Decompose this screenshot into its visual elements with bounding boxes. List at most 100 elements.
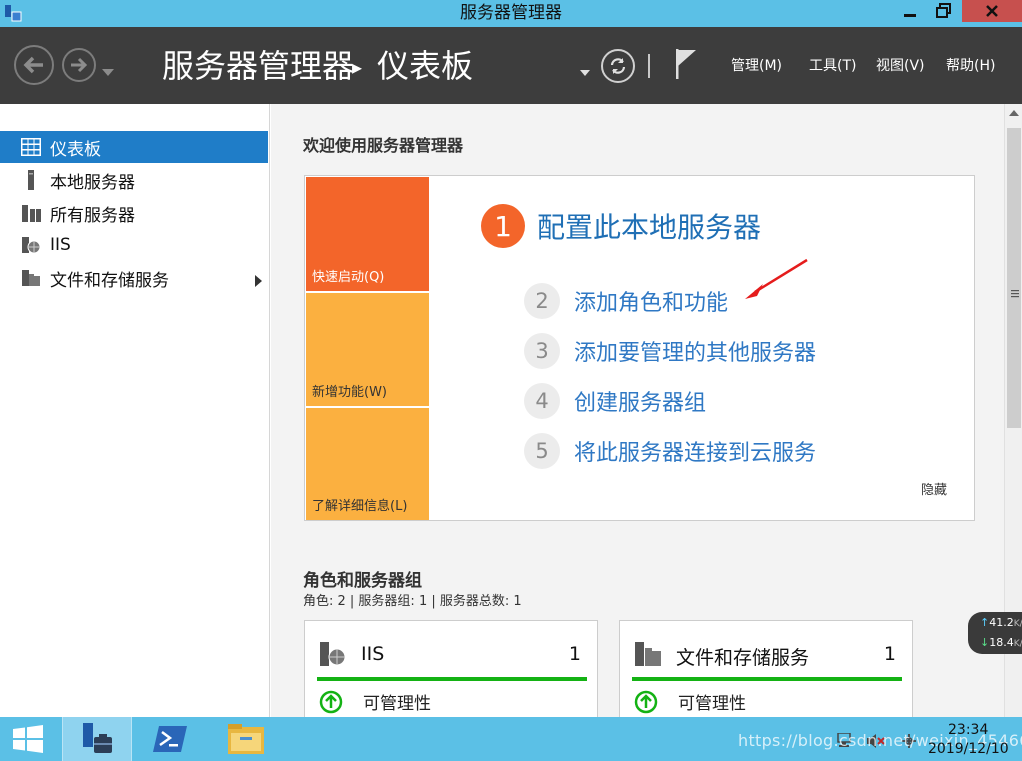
role-card-status[interactable]: 可管理性 xyxy=(634,689,746,714)
chevron-down-icon xyxy=(580,70,590,76)
flag-icon xyxy=(676,49,696,79)
refresh-dropdown[interactable] xyxy=(580,62,590,81)
role-card-count: 1 xyxy=(568,643,581,665)
chevron-down-icon xyxy=(102,69,114,76)
network-speed-widget[interactable]: ↑41.2K/s ↓18.4K/s xyxy=(968,612,1022,654)
header-bar xyxy=(0,27,1022,104)
clock-time[interactable]: 23:34 xyxy=(948,722,988,738)
step-link[interactable]: 添加要管理的其他服务器 xyxy=(574,335,816,367)
notifications-flag-button[interactable] xyxy=(674,48,698,84)
status-bar xyxy=(632,677,902,681)
sidebar: 仪表板 本地服务器 所有服务器 IIS 文件和存储服务 xyxy=(0,104,270,717)
menu-view[interactable]: 视图(V) xyxy=(876,56,925,76)
menu-help[interactable]: 帮助(H) xyxy=(946,56,995,76)
tile-label: 新增功能(W) xyxy=(312,385,387,400)
dashboard-content: 欢迎使用服务器管理器 快速启动(Q) 新增功能(W) 了解详细信息(L) 1 配… xyxy=(271,104,1004,717)
step-number: 2 xyxy=(524,283,560,319)
sidebar-item-label: 所有服务器 xyxy=(50,205,135,226)
role-card-status[interactable]: 可管理性 xyxy=(319,689,431,714)
refresh-button[interactable] xyxy=(601,49,635,83)
roles-summary: 角色: 2 | 服务器组: 1 | 服务器总数: 1 xyxy=(303,594,522,609)
scrollbar-thumb[interactable] xyxy=(1007,128,1021,428)
close-button[interactable] xyxy=(962,0,1022,22)
storage-icon xyxy=(20,267,42,289)
upload-arrow-icon: ↑ xyxy=(980,616,990,629)
clock-date[interactable]: 2019/12/10 xyxy=(928,741,1009,757)
step-create-server-group[interactable]: 4 创建服务器组 xyxy=(524,383,706,419)
server-icon xyxy=(20,169,42,191)
breadcrumb-separator: ▸ xyxy=(352,55,363,79)
taskbar-powershell[interactable] xyxy=(135,717,205,761)
sidebar-item-file-storage[interactable]: 文件和存储服务 xyxy=(0,262,268,294)
status-bar xyxy=(317,677,587,681)
server-manager-icon xyxy=(83,723,112,753)
tile-label: 快速启动(Q) xyxy=(312,270,385,285)
annotation-arrow-icon xyxy=(743,258,809,306)
taskbar-server-manager[interactable] xyxy=(62,717,132,761)
storage-icon xyxy=(634,641,662,671)
role-card-file-storage[interactable]: 文件和存储服务 1 可管理性 xyxy=(619,620,913,717)
iis-icon xyxy=(319,641,347,671)
sidebar-item-label: 仪表板 xyxy=(50,139,101,160)
sidebar-item-local-server[interactable]: 本地服务器 xyxy=(0,164,268,196)
forward-button[interactable] xyxy=(62,48,96,82)
tile-learn-more[interactable]: 了解详细信息(L) xyxy=(306,408,429,520)
chevron-right-icon[interactable] xyxy=(254,272,262,292)
sidebar-item-iis[interactable]: IIS xyxy=(0,229,268,261)
step-connect-cloud[interactable]: 5 将此服务器连接到云服务 xyxy=(524,433,816,469)
tile-whats-new[interactable]: 新增功能(W) xyxy=(306,293,429,406)
role-card-count: 1 xyxy=(883,643,896,665)
step-link[interactable]: 创建服务器组 xyxy=(574,385,706,417)
sidebar-item-all-servers[interactable]: 所有服务器 xyxy=(0,197,268,229)
role-card-iis[interactable]: IIS 1 可管理性 xyxy=(304,620,598,717)
status-label: 可管理性 xyxy=(678,694,746,714)
download-unit: K/s xyxy=(1013,639,1022,649)
refresh-icon xyxy=(610,58,626,74)
back-button[interactable] xyxy=(14,45,54,85)
role-card-name: 文件和存储服务 xyxy=(676,647,810,669)
step-number: 3 xyxy=(524,333,560,369)
breadcrumb-root[interactable]: 服务器管理器 xyxy=(162,44,354,88)
dashboard-icon xyxy=(20,136,42,158)
sidebar-item-label: 本地服务器 xyxy=(50,172,135,193)
header-divider xyxy=(648,54,650,78)
download-arrow-icon: ↓ xyxy=(980,636,990,649)
upload-value: 41.2 xyxy=(989,616,1014,629)
scroll-up-icon[interactable] xyxy=(1009,110,1019,117)
welcome-title: 欢迎使用服务器管理器 xyxy=(303,136,464,155)
start-button[interactable] xyxy=(12,725,44,757)
sidebar-item-label: 文件和存储服务 xyxy=(50,270,169,291)
step-number: 5 xyxy=(524,433,560,469)
role-card-name: IIS xyxy=(361,643,385,665)
window-title: 服务器管理器 xyxy=(460,3,562,23)
tile-label: 了解详细信息(L) xyxy=(312,499,408,514)
download-value: 18.4 xyxy=(989,636,1014,649)
step-number: 1 xyxy=(481,204,525,248)
hide-link[interactable]: 隐藏 xyxy=(921,479,947,498)
sidebar-item-dashboard[interactable]: 仪表板 xyxy=(0,131,268,163)
grip-icon xyxy=(1011,290,1019,298)
title-bar: 服务器管理器 xyxy=(0,0,1022,27)
servers-icon xyxy=(20,202,42,224)
status-up-icon xyxy=(319,690,343,713)
tile-quick-start[interactable]: 快速启动(Q) xyxy=(306,177,429,291)
breadcrumb-page: 仪表板 xyxy=(377,47,474,85)
taskbar-file-explorer[interactable] xyxy=(211,717,281,761)
step-link[interactable]: 添加角色和功能 xyxy=(574,285,728,317)
step-number: 4 xyxy=(524,383,560,419)
menu-manage[interactable]: 管理(M) xyxy=(731,56,782,76)
menu-tools[interactable]: 工具(T) xyxy=(809,56,856,76)
history-dropdown[interactable] xyxy=(102,62,114,81)
upload-unit: K/s xyxy=(1013,619,1022,629)
step-link[interactable]: 配置此本地服务器 xyxy=(537,206,761,246)
restore-button[interactable] xyxy=(927,0,961,22)
minimize-button[interactable] xyxy=(893,0,927,22)
step-configure-local-server[interactable]: 1 配置此本地服务器 xyxy=(481,204,761,248)
welcome-card: 快速启动(Q) 新增功能(W) 了解详细信息(L) 1 配置此本地服务器 2 添… xyxy=(304,175,975,521)
iis-icon xyxy=(20,234,42,256)
roles-title: 角色和服务器组 xyxy=(303,571,422,591)
step-add-roles-features[interactable]: 2 添加角色和功能 xyxy=(524,283,728,319)
arrow-left-icon xyxy=(23,56,43,74)
step-add-other-servers[interactable]: 3 添加要管理的其他服务器 xyxy=(524,333,816,369)
step-link[interactable]: 将此服务器连接到云服务 xyxy=(574,435,816,467)
